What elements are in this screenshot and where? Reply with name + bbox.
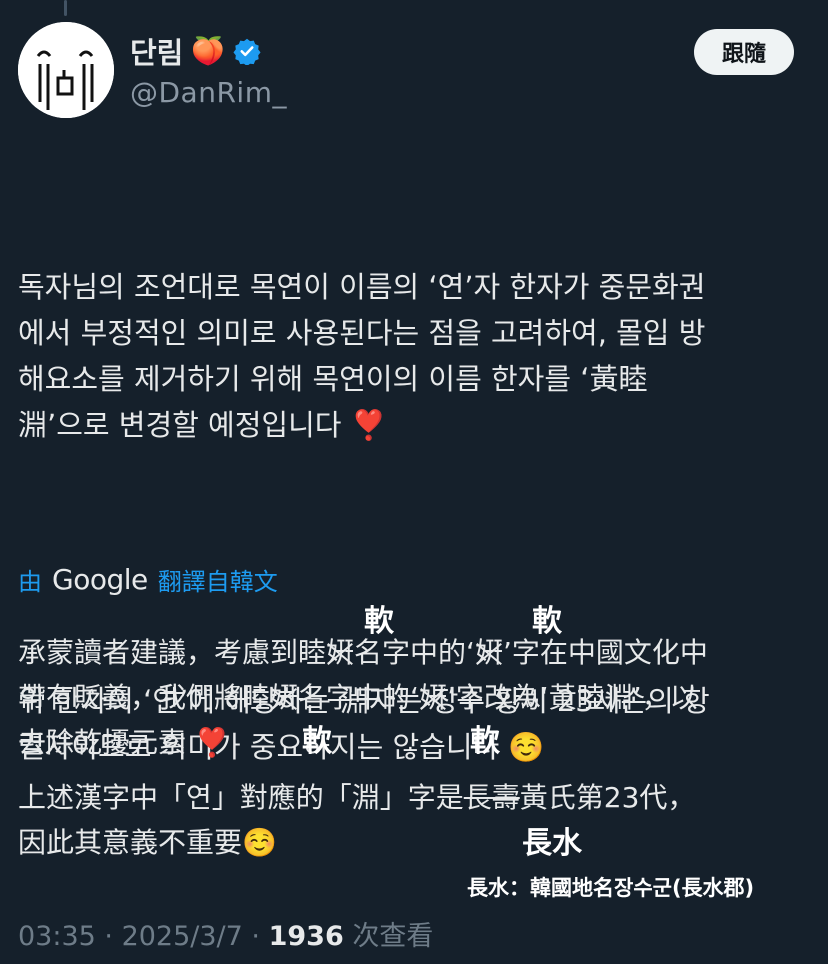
peach-emoji: 🍑 — [191, 36, 225, 67]
correction-annotation: 軟 — [532, 604, 562, 639]
correction-annotation: 長水 — [522, 826, 582, 861]
crossed-out-character: 姸 — [419, 675, 447, 720]
author-name-row[interactable]: 단림 🍑 — [130, 30, 261, 72]
google-logo-text: Google — [52, 563, 148, 596]
translation-source-label[interactable]: 翻譯自韓文 — [158, 562, 278, 597]
crossed-out-character: 姸 — [475, 630, 503, 675]
translation-text-segment: 黃氏第23代， — [519, 781, 696, 814]
original-paragraph-1: 독자님의 조언대로 목연이 이름의 ‘연’자 한자가 중문화권 에서 부정적인 … — [18, 270, 706, 442]
translation-text-segment: 名字中的‘ — [298, 681, 419, 714]
crossed-out-character: 姸 — [326, 630, 354, 675]
avatar-face-drawing — [18, 22, 114, 118]
correction-annotation: 軟 — [364, 604, 394, 639]
meta-separator: · — [242, 921, 269, 952]
author-name[interactable]: 단림 — [130, 30, 183, 72]
avatar[interactable] — [18, 22, 114, 118]
translation-line-2: 帶有貶義，我們將睦姸名字中的‘姸’字改為‘黃睦淵’，以 — [18, 675, 818, 720]
author-handle[interactable]: @DanRim_ — [130, 76, 287, 109]
verified-badge-icon — [233, 37, 261, 65]
view-count: 1936 — [268, 921, 344, 952]
translation-text-segment: 名字中的‘ — [354, 636, 475, 669]
translation-line-3: 去除乾擾元素 ❣️ — [18, 726, 230, 759]
correction-annotation: 軟 — [470, 724, 500, 759]
translation-line-4: 上述漢字中「연」對應的「淵」字是長壽黃氏第23代， — [18, 775, 818, 820]
translation-line-1: 承蒙讀者建議，考慮到睦姸名字中的‘姸’字在中國文化中 — [18, 630, 818, 675]
translation-line-5: 因此其意義不重要☺️ — [18, 826, 277, 859]
translation-attribution[interactable]: 由 Google 翻譯自韓文 — [18, 562, 278, 597]
translation-text-segment: 承蒙讀者建議，考慮到睦 — [18, 636, 327, 669]
crossed-out-character: 姸 — [270, 675, 298, 720]
thread-connector-line — [64, 0, 67, 16]
meta-separator: · — [95, 921, 122, 952]
translation-prefix: 由 — [18, 568, 42, 596]
translation-text-segment: 上述漢字中「연」對應的「淵」字是 — [18, 781, 464, 814]
translated-text: 承蒙讀者建議，考慮到睦姸名字中的‘姸’字在中國文化中 帶有貶義，我們將睦姸名字中… — [18, 630, 818, 865]
annotation-footnote: 長水：韓國地名장수군(長水郡) — [467, 876, 755, 900]
tweet-time[interactable]: 03:35 — [18, 921, 96, 952]
view-count-label: 次查看 — [343, 921, 434, 952]
struck-through-text: 長壽 — [463, 781, 520, 814]
follow-button[interactable]: 跟隨 — [694, 29, 794, 75]
tweet-meta: 03:35 · 2025/3/7 · 1936 次查看 — [18, 914, 433, 953]
translation-text-segment: ’字改為‘黃睦淵’，以 — [446, 681, 698, 714]
correction-annotation: 軟 — [302, 724, 332, 759]
translation-text-segment: 帶有貶義，我們將睦 — [18, 681, 271, 714]
tweet-date[interactable]: 2025/3/7 — [122, 921, 243, 952]
translation-text-segment: ’字在中國文化中 — [502, 636, 708, 669]
